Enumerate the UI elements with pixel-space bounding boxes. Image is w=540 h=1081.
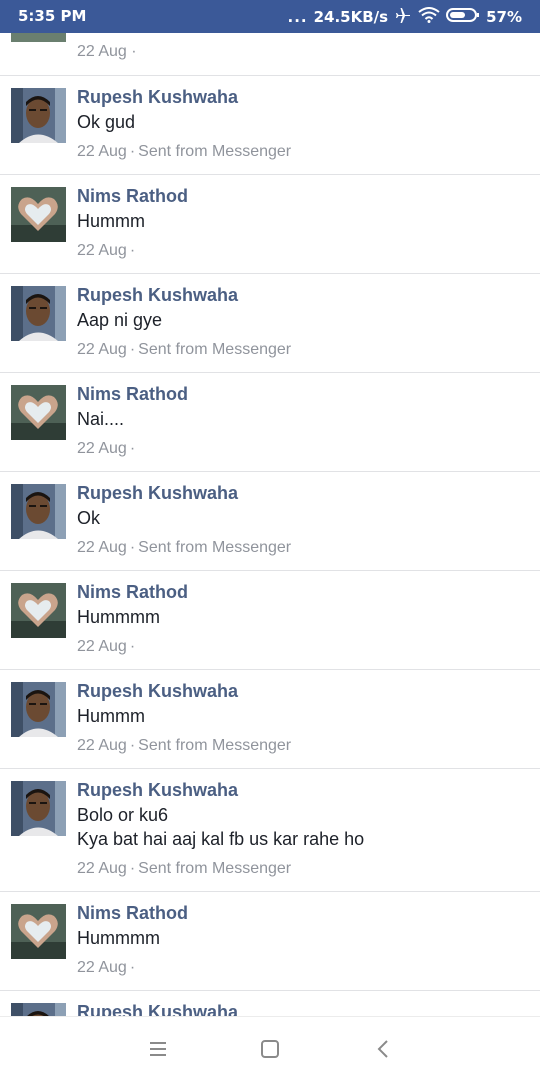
avatar[interactable] <box>11 385 66 440</box>
message-text: Ok <box>77 508 101 528</box>
message-meta: 22 Aug · <box>77 638 138 656</box>
message-date: 22 Aug <box>77 959 127 976</box>
message-date: 22 Aug <box>77 539 127 556</box>
message-item[interactable]: Rupesh Kushwaha Aap ni gye 22 Aug · Sent fro… <box>0 274 540 373</box>
message-text: Ok gud <box>77 112 136 132</box>
message-item[interactable]: Nims Rathod Hummmm 22 Aug · <box>0 571 540 670</box>
meta-separator: · <box>131 43 137 60</box>
meta-separator: · <box>129 341 136 358</box>
message-source: Sent from Messenger <box>138 737 292 754</box>
message-meta: 22 Aug · <box>77 440 138 458</box>
message-meta: 22 Aug · Sent from Messenger <box>77 737 291 755</box>
signal-dots: ... <box>287 8 308 26</box>
meta-separator: · <box>129 539 136 556</box>
message-meta: 22 Aug · <box>77 242 138 260</box>
message-meta: 22 Aug · Sent from Messenger <box>77 539 291 557</box>
back-icon[interactable] <box>372 1037 396 1061</box>
message-text: Bolo or ku6 <box>77 805 169 825</box>
sender-name[interactable]: Rupesh Kushwaha <box>77 780 238 801</box>
message-item-partial: 22 Aug · <box>0 33 540 76</box>
meta-separator: · <box>129 860 136 877</box>
sender-name[interactable]: Nims Rathod <box>77 186 188 207</box>
sender-name[interactable]: Rupesh Kushwaha <box>77 285 238 306</box>
message-source: Sent from Messenger <box>138 860 292 877</box>
message-text: Hummmm <box>77 928 160 948</box>
meta-separator: · <box>129 440 136 457</box>
message-source: Sent from Messenger <box>138 341 292 358</box>
message-text: Aap ni gye <box>77 310 163 330</box>
message-source: Sent from Messenger <box>138 143 292 160</box>
message-item[interactable]: Nims Rathod Hummm 22 Aug · <box>0 175 540 274</box>
message-source: Sent from Messenger <box>138 539 292 556</box>
message-date: 22 Aug <box>77 143 127 160</box>
message-meta: 22 Aug · <box>77 959 138 977</box>
message-item[interactable]: Nims Rathod Hummmm 22 Aug · <box>0 892 540 991</box>
message-date: 22 Aug <box>77 440 127 457</box>
sender-name[interactable]: Rupesh Kushwaha <box>77 483 238 504</box>
meta-separator: · <box>129 242 136 259</box>
message-date: 22 Aug <box>77 860 127 877</box>
avatar[interactable] <box>11 286 66 341</box>
avatar[interactable] <box>11 904 66 959</box>
battery-icon <box>446 7 480 27</box>
status-bar: 5:35 PM ... 24.5KB/s 57% <box>0 0 540 33</box>
avatar[interactable] <box>11 1003 66 1016</box>
meta-separator: · <box>129 737 136 754</box>
message-text: Nai.... <box>77 409 125 429</box>
status-indicators: ... 24.5KB/s 57% <box>287 7 522 27</box>
status-time: 5:35 PM <box>18 7 87 25</box>
avatar[interactable] <box>11 583 66 638</box>
navigation-bar <box>0 1016 540 1081</box>
message-text: Kya bat hai aaj kal fb us kar rahe ho <box>77 829 365 849</box>
sender-name[interactable]: Nims Rathod <box>77 384 188 405</box>
message-date: 22 Aug <box>77 43 127 60</box>
message-item[interactable]: Rupesh Kushwaha Ok gud 22 Aug · Sent from Me… <box>0 76 540 175</box>
avatar[interactable] <box>11 484 66 539</box>
sender-name[interactable]: Rupesh Kushwaha <box>77 1002 238 1016</box>
message-meta: 22 Aug · <box>77 43 137 61</box>
meta-separator: · <box>129 143 136 160</box>
network-speed: 24.5KB/s <box>313 8 389 26</box>
message-meta: 22 Aug · Sent from Messenger <box>77 143 291 161</box>
message-date: 22 Aug <box>77 638 127 655</box>
message-meta: 22 Aug · Sent from Messenger <box>77 341 291 359</box>
message-text: Hummm <box>77 706 145 726</box>
message-item[interactable]: Rupesh Kushwaha Bolo or ku6 Kya bat hai aa… <box>0 769 540 892</box>
message-date: 22 Aug <box>77 341 127 358</box>
message-date: 22 Aug <box>77 737 127 754</box>
avatar[interactable] <box>11 187 66 242</box>
message-text: Hummmm <box>77 607 160 627</box>
wifi-icon <box>418 7 440 27</box>
battery-percent: 57% <box>486 8 522 26</box>
message-date: 22 Aug <box>77 242 127 259</box>
avatar <box>11 33 66 42</box>
message-meta: 22 Aug · Sent from Messenger <box>77 860 291 878</box>
sender-name[interactable]: Nims Rathod <box>77 582 188 603</box>
message-item[interactable]: Rupesh Kushwaha <box>0 991 540 1016</box>
avatar[interactable] <box>11 781 66 836</box>
message-item[interactable]: Rupesh Kushwaha Ok 22 Aug · Sent from Messen… <box>0 472 540 571</box>
message-item[interactable]: Nims Rathod Nai.... 22 Aug · <box>0 373 540 472</box>
avatar[interactable] <box>11 682 66 737</box>
message-thread[interactable]: 22 Aug · Rupesh Kushwaha Ok gud 22 Aug · Sen… <box>0 33 540 1016</box>
sender-name[interactable]: Nims Rathod <box>77 903 188 924</box>
home-icon[interactable] <box>258 1037 282 1061</box>
menu-icon[interactable] <box>146 1037 170 1061</box>
airplane-icon <box>394 7 412 27</box>
avatar[interactable] <box>11 88 66 143</box>
sender-name[interactable]: Rupesh Kushwaha <box>77 681 238 702</box>
message-text: Hummm <box>77 211 145 231</box>
sender-name[interactable]: Rupesh Kushwaha <box>77 87 238 108</box>
meta-separator: · <box>129 638 136 655</box>
message-item[interactable]: Rupesh Kushwaha Hummm 22 Aug · Sent from Mes… <box>0 670 540 769</box>
meta-separator: · <box>129 959 136 976</box>
